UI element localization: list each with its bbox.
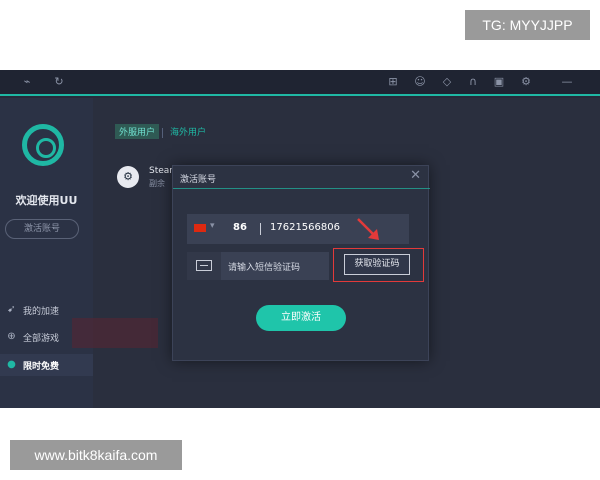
- highlight-bar: [72, 318, 158, 348]
- close-icon[interactable]: ✕: [410, 168, 421, 183]
- title-bar: ⌁ ↻ ⊞ ☺ ◇ ∩ ▣ ⚙ —: [0, 70, 600, 96]
- sidebar-item-label: 全部游戏: [23, 334, 60, 344]
- rocket-icon: ➹: [7, 304, 16, 315]
- activate-account-button[interactable]: 激活账号: [5, 219, 79, 239]
- keyboard-icon: [196, 260, 212, 271]
- red-arrow-icon: [357, 218, 379, 240]
- tag-icon[interactable]: ◇: [440, 75, 454, 89]
- sidebar-item-label: 限时免费: [23, 362, 60, 372]
- gift-icon[interactable]: ▣: [492, 75, 506, 89]
- chevron-down-icon[interactable]: ▾: [210, 221, 215, 231]
- dialog-divider: [173, 188, 430, 189]
- gamepad-icon: ⊕: [7, 331, 16, 342]
- activate-account-dialog: 激活账号 ✕ ▾ 86 17621566806 请输入短信验证码 获取验证码 立…: [172, 165, 430, 361]
- country-code: 86: [233, 222, 247, 233]
- controller-icon[interactable]: ⌁: [20, 75, 34, 89]
- sidebar-item-label: 我的加速: [23, 307, 60, 317]
- minimize-icon[interactable]: —: [560, 75, 574, 89]
- get-verification-code-button[interactable]: 获取验证码: [344, 254, 410, 275]
- refresh-icon[interactable]: ↻: [52, 75, 66, 89]
- tab-divider: [162, 127, 164, 138]
- uu-logo-icon: [22, 124, 64, 166]
- steam-icon: ⚙: [117, 166, 139, 188]
- sms-code-input[interactable]: 请输入短信验证码: [187, 252, 329, 280]
- chat-icon[interactable]: ☺: [413, 75, 427, 89]
- sidebar-item-limited-free[interactable]: ● 限时免费: [0, 354, 93, 376]
- china-flag-icon[interactable]: [194, 224, 206, 232]
- gear-icon[interactable]: ⚙: [519, 75, 533, 89]
- sms-code-placeholder: 请输入短信验证码: [228, 263, 301, 273]
- input-divider: [260, 223, 261, 235]
- gift-icon: ●: [7, 359, 16, 370]
- watermark-bottom: www.bitk8kaifa.com: [10, 440, 182, 470]
- region-tabs: 外服用户 海外用户: [115, 124, 210, 139]
- cart-icon[interactable]: ⊞: [386, 75, 400, 89]
- tab-overseas-server-users[interactable]: 外服用户: [115, 124, 160, 139]
- tab-overseas-users[interactable]: 海外用户: [166, 124, 210, 139]
- game-subtitle: 副余: [149, 179, 165, 188]
- welcome-text: 欢迎使用UU: [15, 194, 78, 207]
- headset-icon[interactable]: ∩: [466, 75, 480, 89]
- dialog-title: 激活账号: [180, 175, 217, 185]
- watermark-top: TG: MYYJJPP: [465, 10, 590, 40]
- sidebar: 欢迎使用UU 激活账号 ➹ 我的加速 ⊕ 全部游戏 ● 限时免费: [0, 98, 93, 408]
- activate-now-button[interactable]: 立即激活: [256, 305, 346, 331]
- game-name: Stear: [149, 166, 173, 176]
- code-icon-box: [187, 252, 221, 280]
- phone-number-field[interactable]: 17621566806: [270, 222, 340, 233]
